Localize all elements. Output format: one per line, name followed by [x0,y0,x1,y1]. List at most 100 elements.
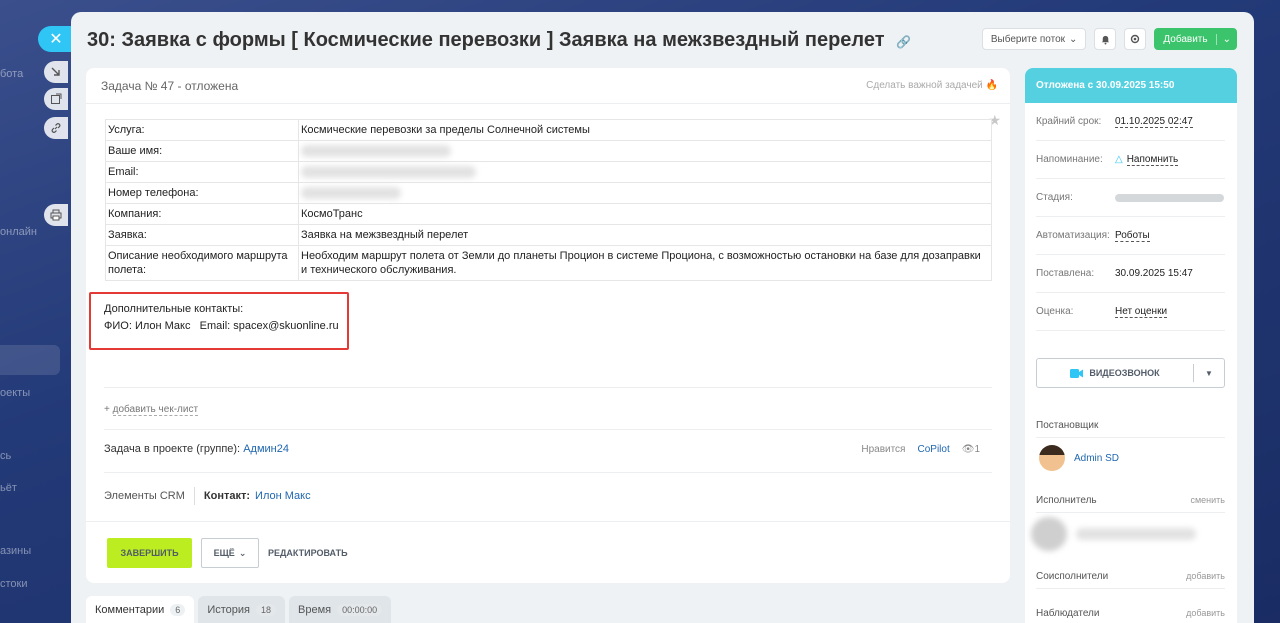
blurred-value [301,166,476,179]
chevron-down-icon[interactable]: ⌄ [1215,33,1237,45]
assignee-name-blurred [1076,528,1196,540]
creator-label: Постановщик [1036,420,1099,431]
tab-time[interactable]: Время 00:00:00 [289,596,392,623]
divider [104,472,992,473]
avatar [1031,517,1067,551]
task-slider-panel: 30: Заявка с формы [ Космические перевоз… [71,12,1254,623]
task-card-header: Задача № 47 - отложена Сделать важной за… [86,68,1010,104]
field-key: Описание необходимого маршрута полета: [105,245,299,281]
divider [1036,512,1225,513]
project-link[interactable]: Админ24 [243,443,289,455]
page-title-text: 30: Заявка с формы [ Космические перевоз… [87,29,885,51]
views-count: 1 [974,444,980,455]
rating-label: Оценка: [1036,306,1074,317]
stage-label: Стадия: [1036,192,1073,203]
bg-nav-text: сь [0,450,12,462]
stage-bar[interactable] [1115,193,1224,202]
divider [104,387,992,388]
add-button[interactable]: Добавить ⌄ [1154,28,1237,50]
assignee-person [1031,517,1196,551]
assignee-section: Исполнитель сменить [1036,495,1225,506]
field-key: Заявка: [105,224,299,246]
field-key: Услуга: [105,119,299,141]
deadline-value[interactable]: 01.10.2025 02:47 [1115,116,1193,128]
flame-icon: 🔥 [985,80,998,91]
bg-nav-text: азины [0,545,32,557]
video-call-dropdown[interactable]: ▼ [1194,369,1224,378]
reminder-label: Напоминание: [1036,154,1103,165]
extra-contacts-box: Дополнительные контакты: ФИО: Илон Макс … [89,292,349,350]
video-call-button[interactable]: ВИДЕОЗВОНОК ▼ [1036,358,1225,388]
field-row: Компания: КосмоТранс [105,203,992,225]
field-key: Email: [105,161,299,183]
created-label: Поставлена: [1036,268,1095,279]
bg-nav-text: ьёт [0,482,17,494]
more-button[interactable]: ЕЩЁ ⌄ [201,538,259,568]
rating-row: Оценка: Нет оценки [1036,293,1225,331]
settings-button[interactable] [1124,28,1147,50]
notifications-button[interactable] [1094,28,1117,50]
field-value: Необходим маршрут полета от Земли до пла… [298,245,992,281]
contact-link[interactable]: Илон Макс [255,490,311,502]
like-button[interactable]: Нравится [861,444,905,455]
field-row: Заявка: Заявка на межзвездный перелет [105,224,992,246]
request-fields-table: Услуга: Космические перевозки за пределы … [105,119,992,281]
reminder-button[interactable]: Напомнить [1126,154,1179,166]
reminder-row: Напоминание: △ Напомнить [1036,141,1225,179]
make-important-link[interactable]: Сделать важной задачей 🔥 [866,80,998,91]
open-window-icon [51,93,62,104]
divider [1036,437,1225,438]
bg-nav-highlight [0,345,60,375]
coassignees-label: Соисполнители [1036,571,1109,582]
observers-label: Наблюдатели [1036,608,1100,619]
tab-label: История [207,603,250,616]
close-icon: ✕ [49,31,63,48]
tab-count: 00:00:00 [337,603,383,616]
video-call-label: ВИДЕОЗВОНОК [1089,368,1160,378]
tab-label: Время [298,603,332,616]
add-checklist-link[interactable]: + добавить чек-лист [104,404,199,416]
blurred-value [301,145,451,158]
edit-button[interactable]: РЕДАКТИРОВАТЬ [268,548,348,558]
add-observer-link[interactable]: добавить [1186,608,1225,619]
change-assignee-link[interactable]: сменить [1190,495,1225,506]
bg-nav-text: стоки [0,578,28,590]
flow-select-label: Выберите поток [990,33,1066,45]
tab-count: 18 [255,603,276,616]
views-counter: 👁1 [962,444,980,455]
copilot-link[interactable]: CoPilot [917,444,949,455]
tab-comments[interactable]: Комментарии 6 [86,596,195,623]
add-coassignee-link[interactable]: добавить [1186,571,1225,582]
chevron-down-icon: ⌄ [238,547,247,558]
page-title: 30: Заявка с формы [ Космические перевоз… [87,29,911,52]
bell-icon [1101,35,1110,45]
link-icon [51,123,61,133]
copy-link-button[interactable] [44,117,68,139]
bg-nav-text: оекты [0,387,31,399]
print-button[interactable] [44,204,68,226]
video-call-main[interactable]: ВИДЕОЗВОНОК [1037,364,1194,382]
video-camera-icon [1070,368,1084,378]
header-toolbar: Выберите поток ⌄ Добавить ⌄ [981,28,1237,50]
creator-link[interactable]: Admin SD [1074,453,1119,464]
extra-contacts-title: Дополнительные контакты: [104,303,244,315]
collapse-button[interactable] [44,61,68,83]
extra-contacts-line: ФИО: Илон Макс Email: spacex@skuonline.r… [104,320,339,332]
assignee-label: Исполнитель [1036,495,1097,506]
complete-button[interactable]: ЗАВЕРШИТЬ [107,538,192,568]
copy-title-link-icon[interactable]: 🔗 [896,35,911,49]
rating-value[interactable]: Нет оценки [1115,306,1168,318]
tab-history[interactable]: История 18 [198,596,285,623]
crm-label: Элементы CRM [104,487,195,505]
field-value: Космические перевозки за пределы Солнечн… [298,119,992,141]
gear-icon [1131,34,1140,44]
close-slider-button[interactable]: ✕ [38,26,74,52]
robots-link[interactable]: Роботы [1115,230,1150,242]
open-new-window-button[interactable] [44,88,68,110]
tab-count: 6 [170,603,186,616]
status-banner: Отложена с 30.09.2025 15:50 [1025,68,1237,103]
field-value: Заявка на межзвездный перелет [298,224,992,246]
project-label: Задача в проекте (группе): [104,443,241,455]
flow-select[interactable]: Выберите поток ⌄ [981,28,1087,50]
task-card: Задача № 47 - отложена Сделать важной за… [86,68,1010,583]
